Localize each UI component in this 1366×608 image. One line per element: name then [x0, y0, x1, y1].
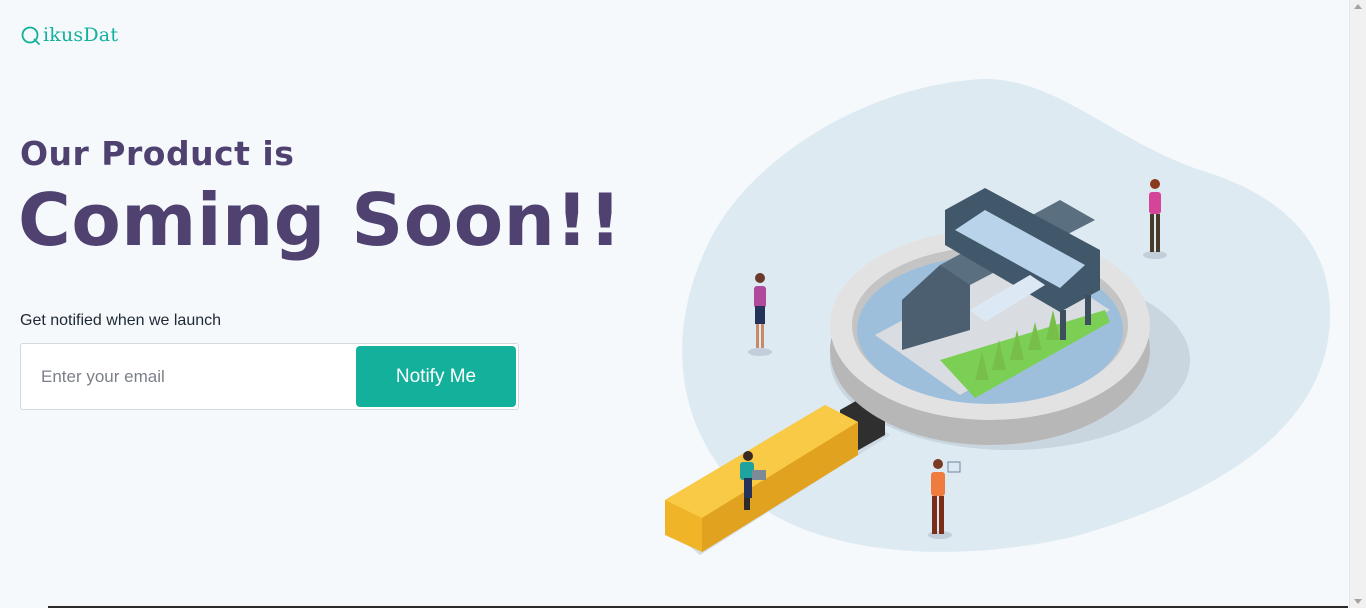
magnifying-glass-illustration [665, 79, 1331, 555]
hero-title: Coming Soon!! [18, 178, 623, 262]
brand-name: ikusDat [43, 24, 119, 46]
coming-soon-page: ikusDat Our Product is Coming Soon!! Get… [0, 0, 1349, 608]
email-input[interactable] [21, 344, 353, 409]
notify-me-button[interactable]: Notify Me [356, 346, 516, 407]
scroll-up-icon[interactable] [1354, 4, 1362, 9]
scroll-down-icon[interactable] [1354, 599, 1362, 604]
logo-q-icon [21, 26, 40, 45]
brand-logo[interactable]: ikusDat [20, 24, 118, 46]
hero-subtitle: Our Product is [20, 134, 295, 173]
vertical-scrollbar[interactable] [1349, 0, 1366, 608]
signup-form: Notify Me [20, 343, 519, 410]
signup-label: Get notified when we launch [20, 312, 222, 329]
